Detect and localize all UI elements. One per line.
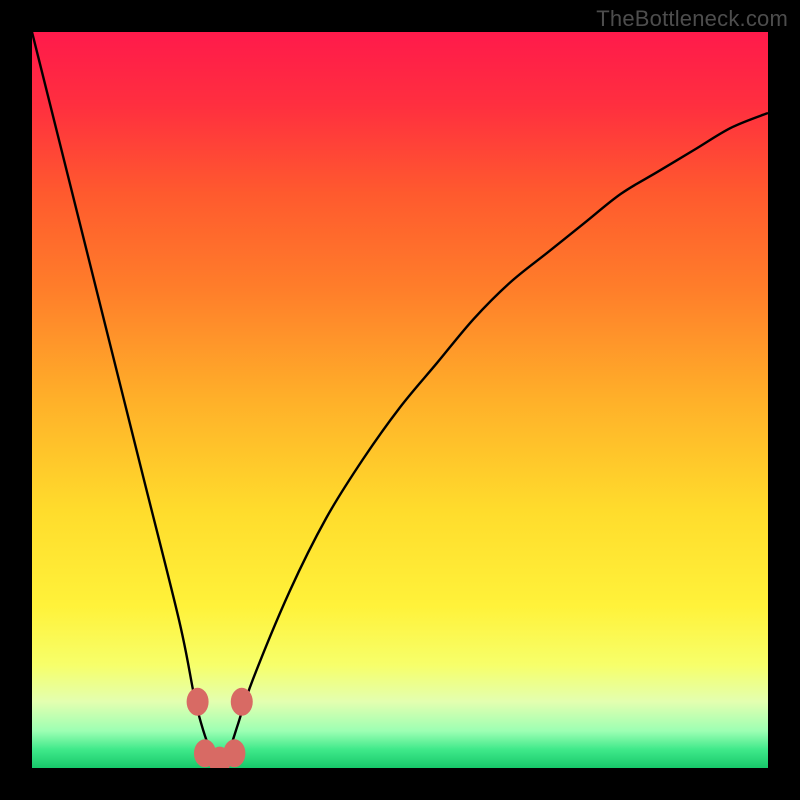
plot-area (32, 32, 768, 768)
curve-marker (231, 688, 253, 716)
bottleneck-curve (32, 32, 768, 768)
chart-frame: TheBottleneck.com (0, 0, 800, 800)
curve-marker (187, 688, 209, 716)
watermark-label: TheBottleneck.com (596, 6, 788, 32)
